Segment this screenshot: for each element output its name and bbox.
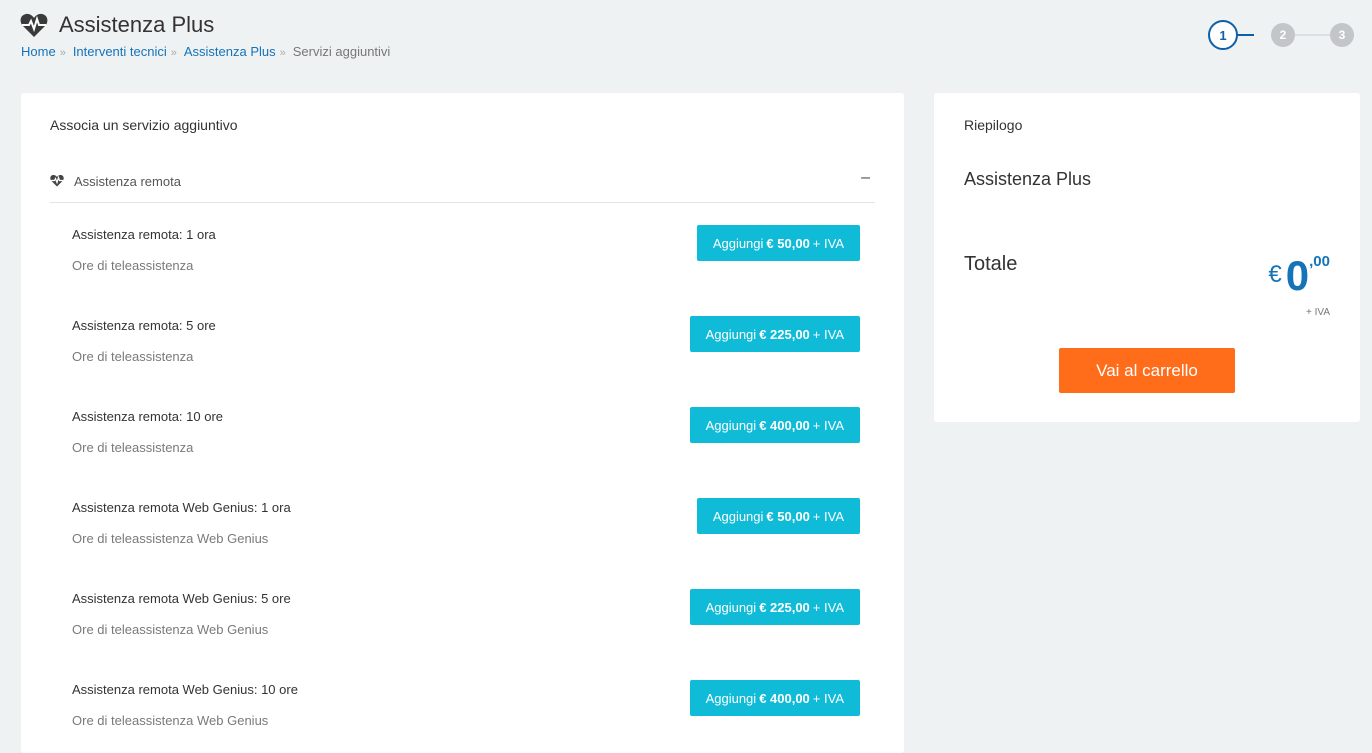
add-button-price: € 400,00 bbox=[759, 417, 810, 433]
add-button-label: Aggiungi bbox=[712, 235, 764, 251]
stepper-line bbox=[1294, 34, 1330, 36]
heartbeat-icon bbox=[20, 12, 48, 38]
item-name: Assistenza remota Web Genius: 5 ore bbox=[72, 591, 291, 606]
add-button-price: € 400,00 bbox=[759, 690, 810, 706]
add-button-iva: + IVA bbox=[812, 599, 844, 615]
summary-card: Riepilogo Assistenza Plus Totale € 0 ,00… bbox=[934, 93, 1360, 422]
item-name: Assistenza remota Web Genius: 1 ora bbox=[72, 500, 291, 515]
breadcrumb-home[interactable]: Home bbox=[21, 44, 56, 59]
checkout-stepper: 1 2 3 bbox=[1208, 20, 1356, 50]
breadcrumb-separator: » bbox=[279, 47, 286, 59]
total-price: € 0 ,00 bbox=[1268, 249, 1330, 297]
list-item: Assistenza remota: 10 ore Ore di teleass… bbox=[72, 407, 860, 469]
item-name: Assistenza remota Web Genius: 10 ore bbox=[72, 682, 298, 697]
total-currency: € bbox=[1268, 261, 1282, 288]
add-button[interactable]: Aggiungi € 225,00 + IVA bbox=[689, 589, 860, 625]
item-name: Assistenza remota: 10 ore bbox=[72, 409, 224, 424]
list-item: Assistenza remota: 5 ore Ore di teleassi… bbox=[72, 316, 860, 378]
total-label: Totale bbox=[964, 253, 1018, 275]
section-header-assistenza-remota[interactable]: Assistenza remota – bbox=[50, 163, 875, 203]
breadcrumb-separator: » bbox=[170, 47, 177, 59]
item-description: Ore di teleassistenza Web Genius bbox=[72, 531, 269, 546]
total-integer: 0 bbox=[1285, 252, 1310, 299]
step-1[interactable]: 1 bbox=[1208, 20, 1238, 50]
total-decimals: ,00 bbox=[1309, 253, 1330, 270]
add-button-label: Aggiungi bbox=[705, 326, 757, 342]
breadcrumb: Home» Interventi tecnici» Assistenza Plus»… bbox=[21, 44, 390, 59]
add-button-iva: + IVA bbox=[812, 235, 844, 251]
page-header: Assistenza Plus bbox=[20, 12, 214, 38]
item-description: Ore di teleassistenza Web Genius bbox=[72, 622, 269, 637]
item-name: Assistenza remota: 5 ore bbox=[72, 318, 216, 333]
collapse-icon[interactable]: – bbox=[861, 169, 870, 187]
card-title: Associa un servizio aggiuntivo bbox=[50, 117, 238, 133]
add-button-price: € 225,00 bbox=[759, 599, 810, 615]
list-item: Assistenza remota Web Genius: 1 ora Ore … bbox=[72, 498, 860, 560]
total-iva: + IVA bbox=[1306, 307, 1330, 318]
add-button[interactable]: Aggiungi € 400,00 + IVA bbox=[689, 407, 860, 443]
section-label: Assistenza remota bbox=[74, 174, 181, 189]
add-button[interactable]: Aggiungi € 225,00 + IVA bbox=[689, 316, 860, 352]
add-button-iva: + IVA bbox=[812, 326, 844, 342]
list-item: Assistenza remota Web Genius: 5 ore Ore … bbox=[72, 589, 860, 651]
summary-title: Riepilogo bbox=[964, 117, 1023, 133]
add-button-price: € 225,00 bbox=[759, 326, 810, 342]
go-to-cart-button[interactable]: Vai al carrello bbox=[1059, 348, 1235, 393]
add-button-label: Aggiungi bbox=[705, 599, 757, 615]
step-3[interactable]: 3 bbox=[1330, 23, 1354, 47]
add-button[interactable]: Aggiungi € 50,00 + IVA bbox=[696, 225, 860, 261]
add-button[interactable]: Aggiungi € 50,00 + IVA bbox=[696, 498, 860, 534]
breadcrumb-separator: » bbox=[59, 47, 66, 59]
list-item: Assistenza remota: 1 ora Ore di teleassi… bbox=[72, 225, 860, 287]
heartbeat-icon bbox=[50, 174, 64, 187]
add-button-price: € 50,00 bbox=[766, 235, 810, 251]
breadcrumb-assistenza-plus[interactable]: Assistenza Plus bbox=[184, 44, 276, 59]
additional-services-card: Associa un servizio aggiuntivo Assistenz… bbox=[21, 93, 904, 753]
add-button[interactable]: Aggiungi € 400,00 + IVA bbox=[689, 680, 860, 716]
breadcrumb-interventi-tecnici[interactable]: Interventi tecnici bbox=[73, 44, 167, 59]
add-button-iva: + IVA bbox=[812, 417, 844, 433]
add-button-label: Aggiungi bbox=[705, 690, 757, 706]
add-button-iva: + IVA bbox=[812, 690, 844, 706]
add-button-price: € 50,00 bbox=[766, 508, 810, 524]
summary-product: Assistenza Plus bbox=[964, 169, 1092, 189]
step-2[interactable]: 2 bbox=[1271, 23, 1295, 47]
item-description: Ore di teleassistenza bbox=[72, 440, 194, 455]
breadcrumb-current: Servizi aggiuntivi bbox=[292, 44, 391, 59]
add-button-iva: + IVA bbox=[812, 508, 844, 524]
item-description: Ore di teleassistenza Web Genius bbox=[72, 713, 269, 728]
item-name: Assistenza remota: 1 ora bbox=[72, 227, 216, 242]
page-title: Assistenza Plus bbox=[59, 12, 215, 37]
add-button-label: Aggiungi bbox=[705, 417, 757, 433]
item-description: Ore di teleassistenza bbox=[72, 349, 194, 364]
item-description: Ore di teleassistenza bbox=[72, 258, 194, 273]
list-item: Assistenza remota Web Genius: 10 ore Ore… bbox=[72, 680, 860, 742]
stepper-line-active bbox=[1236, 34, 1254, 36]
add-button-label: Aggiungi bbox=[712, 508, 764, 524]
